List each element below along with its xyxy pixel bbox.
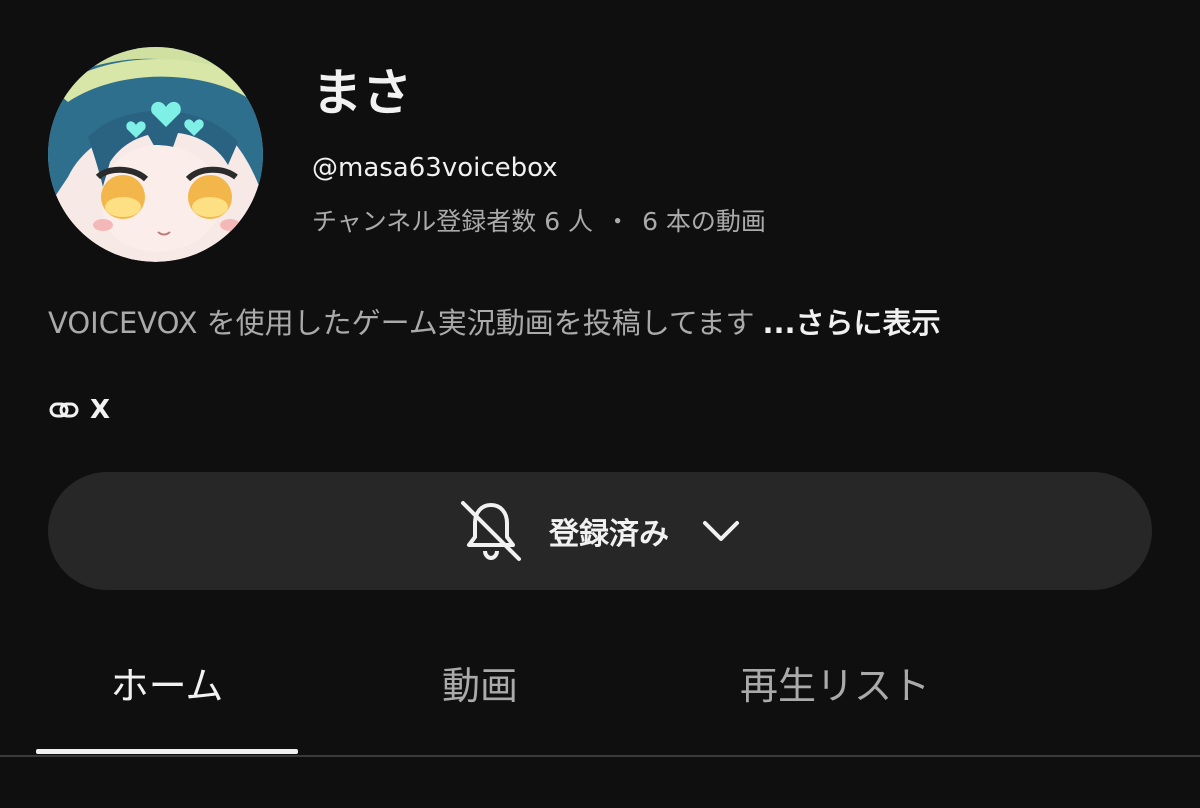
tab-playlists-label: 再生リスト xyxy=(739,664,930,708)
channel-tabs: ホーム 動画 再生リスト xyxy=(0,640,1200,758)
avatar-illustration-icon xyxy=(48,47,263,262)
video-count: 6 本の動画 xyxy=(642,207,766,236)
tabs-divider xyxy=(0,755,1200,757)
tab-home[interactable]: ホーム xyxy=(36,640,298,756)
subscriber-count: チャンネル登録者数 6 人 xyxy=(312,207,594,236)
bell-off-icon xyxy=(461,501,521,561)
channel-avatar[interactable] xyxy=(48,47,263,262)
link-icon xyxy=(49,402,79,418)
description-text: VOICEVOX を使用したゲーム実況動画を投稿してます xyxy=(48,306,755,340)
channel-handle: @masa63voicebox xyxy=(312,153,558,183)
stats-separator: ・ xyxy=(605,207,631,236)
subscribed-button[interactable]: 登録済み xyxy=(48,472,1152,590)
external-link[interactable]: X xyxy=(48,392,110,428)
tab-videos-label: 動画 xyxy=(441,664,518,708)
subscribed-label: 登録済み xyxy=(549,517,669,552)
chevron-down-icon xyxy=(703,521,739,541)
link-label: X xyxy=(90,395,111,425)
channel-name: まさ xyxy=(312,64,412,122)
show-more-link[interactable]: ...さらに表示 xyxy=(762,306,940,340)
tab-videos[interactable]: 動画 xyxy=(380,640,580,756)
channel-description[interactable]: VOICEVOX を使用したゲーム実況動画を投稿してます ...さらに表示 xyxy=(48,303,941,343)
tab-playlists[interactable]: 再生リスト xyxy=(700,640,970,756)
channel-stats: チャンネル登録者数 6 人・ 6 本の動画 xyxy=(312,204,766,240)
active-tab-indicator xyxy=(36,749,298,754)
tab-home-label: ホーム xyxy=(110,664,224,708)
